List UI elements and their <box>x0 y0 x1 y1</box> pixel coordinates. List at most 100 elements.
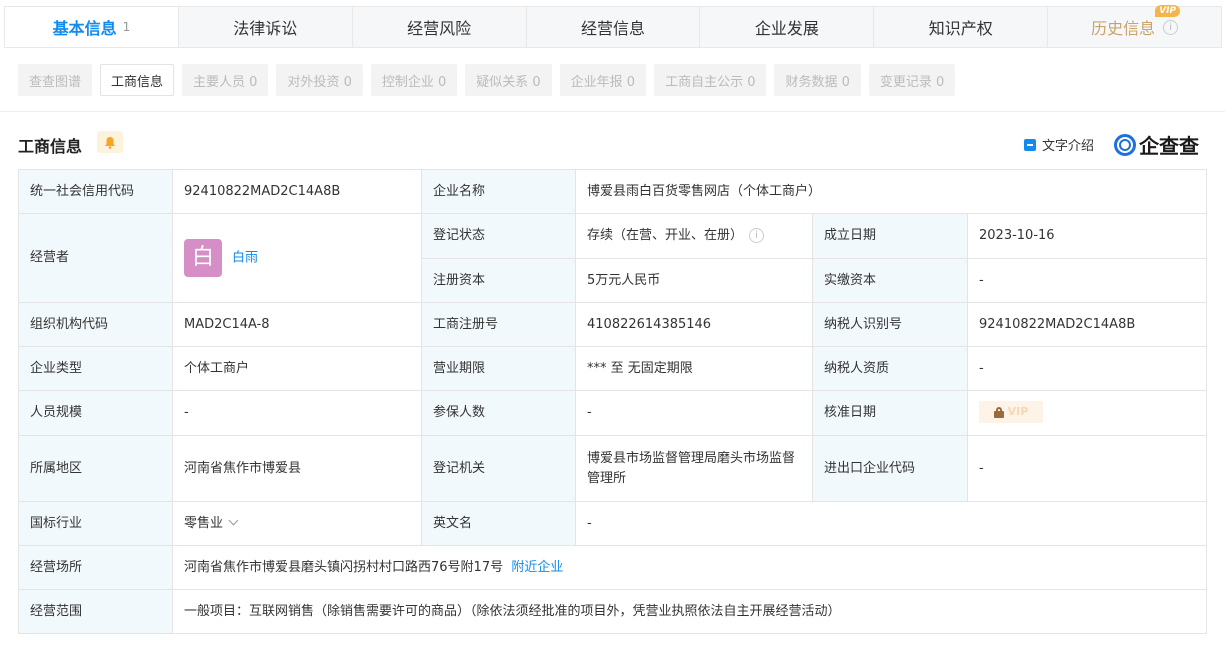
bell-icon[interactable] <box>97 131 123 153</box>
tab-operating-info[interactable]: 经营信息 <box>527 7 701 47</box>
org-code-value: MAD2C14A-8 <box>172 302 422 347</box>
document-icon <box>1024 138 1036 151</box>
taxpayer-qual-label: 纳税人资质 <box>812 346 968 391</box>
info-icon[interactable]: i <box>749 228 765 243</box>
divider <box>0 111 1225 112</box>
address-label: 经营场所 <box>18 545 173 590</box>
approval-date-cell: VIP <box>967 390 1207 436</box>
subtab-change-records[interactable]: 变更记录 0 <box>868 64 956 96</box>
reg-capital-label: 注册资本 <box>421 258 576 303</box>
table-row: 经营范围 一般项目：互联网销售（除销售需要许可的商品）（除依法须经批准的项目外，… <box>18 589 1207 634</box>
logo-text: 企查查 <box>1139 134 1199 158</box>
tab-label: 法律诉讼 <box>233 19 298 38</box>
insured-value: - <box>575 390 813 436</box>
tab-history[interactable]: VIP 历史信息 i <box>1048 5 1221 47</box>
subtab-financial-data[interactable]: 财务数据 0 <box>774 64 861 96</box>
company-name-value: 博爱县雨白百货零售网店（个体工商户） <box>575 169 1207 214</box>
paid-capital-label: 实缴资本 <box>812 258 968 303</box>
avatar: 白 <box>184 239 222 277</box>
subtab-annual-reports[interactable]: 企业年报 0 <box>559 64 647 96</box>
vip-badge: VIP <box>1155 5 1181 17</box>
table-row: 组织机构代码 MAD2C14A-8 工商注册号 410822614385146 … <box>18 302 1207 347</box>
vip-lock-label: VIP <box>1007 405 1029 419</box>
table-row: 统一社会信用代码 92410822MAD2C14A8B 企业名称 博爱县雨白百货… <box>18 169 1207 214</box>
lock-icon <box>993 406 1004 418</box>
tab-label: 历史信息 <box>1091 19 1156 38</box>
subtab-graph[interactable]: 查查图谱 <box>18 64 93 96</box>
company-type-label: 企业类型 <box>18 346 173 391</box>
vip-lock[interactable]: VIP <box>979 401 1043 424</box>
reg-authority-value: 博爱县市场监督管理局磨头市场监督管理所 <box>575 435 813 502</box>
table-row: 经营者 白白雨 登记状态 存续（在营、开业、在册） i 成立日期 2023-10-… <box>18 213 1207 303</box>
reg-no-label: 工商注册号 <box>421 302 576 347</box>
reg-no-value: 410822614385146 <box>575 302 813 347</box>
text-intro-button[interactable]: 文字介绍 <box>1024 135 1094 154</box>
subtab-controlled[interactable]: 控制企业 0 <box>370 64 458 96</box>
section-title: 工商信息 <box>18 137 83 156</box>
reg-status-label: 登记状态 <box>421 213 576 259</box>
region-label: 所属地区 <box>18 435 173 502</box>
credit-code-label: 统一社会信用代码 <box>18 169 173 214</box>
tab-legal[interactable]: 法律诉讼 <box>179 7 353 47</box>
insured-label: 参保人数 <box>421 390 576 436</box>
established-label: 成立日期 <box>812 213 968 259</box>
taxpayer-id-value: 92410822MAD2C14A8B <box>967 302 1207 347</box>
tab-label: 基本信息 <box>52 19 117 38</box>
qichacha-logo: 企查查 <box>1114 130 1199 159</box>
business-term-label: 营业期限 <box>421 346 576 391</box>
taxpayer-qual-value: - <box>967 346 1207 391</box>
subtab-suspected-relations[interactable]: 疑似关系 0 <box>465 64 552 96</box>
english-name-label: 英文名 <box>421 501 576 546</box>
subtab-self-disclosure[interactable]: 工商自主公示 0 <box>654 64 767 96</box>
subtab-key-personnel[interactable]: 主要人员 0 <box>182 64 269 96</box>
subtab-investments[interactable]: 对外投资 0 <box>276 64 363 96</box>
chevron-down-icon <box>228 515 239 525</box>
org-code-label: 组织机构代码 <box>18 302 173 347</box>
import-export-label: 进出口企业代码 <box>812 435 968 502</box>
tab-basic-info[interactable]: 基本信息 1 <box>5 7 179 47</box>
company-name-label: 企业名称 <box>421 169 576 214</box>
taxpayer-id-label: 纳税人识别号 <box>812 302 968 347</box>
industry-cell[interactable]: 零售业 <box>172 501 422 546</box>
operator-cell: 白白雨 <box>172 213 422 303</box>
english-name-value: - <box>575 501 1207 546</box>
business-info-table: 统一社会信用代码 92410822MAD2C14A8B 企业名称 博爱县雨白百货… <box>18 169 1207 634</box>
tab-label: 企业发展 <box>754 19 819 38</box>
nearby-companies-link[interactable]: 附近企业 <box>511 560 563 575</box>
reg-status-cell: 存续（在营、开业、在册） i <box>575 213 813 259</box>
tab-label: 知识产权 <box>928 19 993 38</box>
subtab-business-info[interactable]: 工商信息 <box>100 64 175 96</box>
info-icon[interactable]: i <box>1163 19 1179 35</box>
business-term-value: *** 至 无固定期限 <box>575 346 813 391</box>
tab-development[interactable]: 企业发展 <box>700 7 875 47</box>
reg-authority-label: 登记机关 <box>421 435 576 502</box>
text-intro-label: 文字介绍 <box>1042 139 1095 154</box>
industry-value: 零售业 <box>184 515 224 531</box>
scope-value: 一般项目：互联网销售（除销售需要许可的商品）（除依法须经批准的项目外，凭营业执照… <box>172 589 1207 634</box>
table-row: 人员规模 - 参保人数 - 核准日期 VIP <box>18 390 1207 436</box>
operator-name-link[interactable]: 白雨 <box>232 251 258 266</box>
reg-status-value: 存续（在营、开业、在册） <box>587 228 744 243</box>
address-value: 河南省焦作市博爱县磨头镇闪拐村村口路西76号附17号 <box>184 559 504 575</box>
address-cell: 河南省焦作市博爱县磨头镇闪拐村村口路西76号附17号 附近企业 <box>172 545 1207 590</box>
reg-capital-value: 5万元人民币 <box>575 258 813 303</box>
main-tab-bar: 基本信息 1 法律诉讼 经营风险 经营信息 企业发展 知识产权 VIP 历史信息… <box>4 5 1222 48</box>
table-row: 所属地区 河南省焦作市博爱县 登记机关 博爱县市场监督管理局磨头市场监督管理所 … <box>18 435 1207 502</box>
qichacha-logo-icon <box>1114 133 1136 156</box>
credit-code-value: 92410822MAD2C14A8B <box>172 169 422 214</box>
table-row: 经营场所 河南省焦作市博爱县磨头镇闪拐村村口路西76号附17号 附近企业 <box>18 545 1207 590</box>
scope-label: 经营范围 <box>18 589 173 634</box>
tab-operating-risk[interactable]: 经营风险 <box>353 7 527 47</box>
tab-ip[interactable]: 知识产权 <box>874 7 1049 47</box>
tab-count: 1 <box>122 20 131 34</box>
paid-capital-value: - <box>967 258 1207 303</box>
tab-label: 经营风险 <box>407 19 472 38</box>
operator-label: 经营者 <box>18 213 173 303</box>
table-row: 企业类型 个体工商户 营业期限 *** 至 无固定期限 纳税人资质 - <box>18 346 1207 391</box>
table-row: 国标行业 零售业 英文名 - <box>18 501 1207 546</box>
staff-size-value: - <box>172 390 422 436</box>
sub-tab-bar: 查查图谱 工商信息 主要人员 0 对外投资 0 控制企业 0 疑似关系 0 企业… <box>18 64 956 96</box>
tab-label: 经营信息 <box>581 19 646 38</box>
industry-label: 国标行业 <box>18 501 173 546</box>
company-type-value: 个体工商户 <box>172 346 422 391</box>
